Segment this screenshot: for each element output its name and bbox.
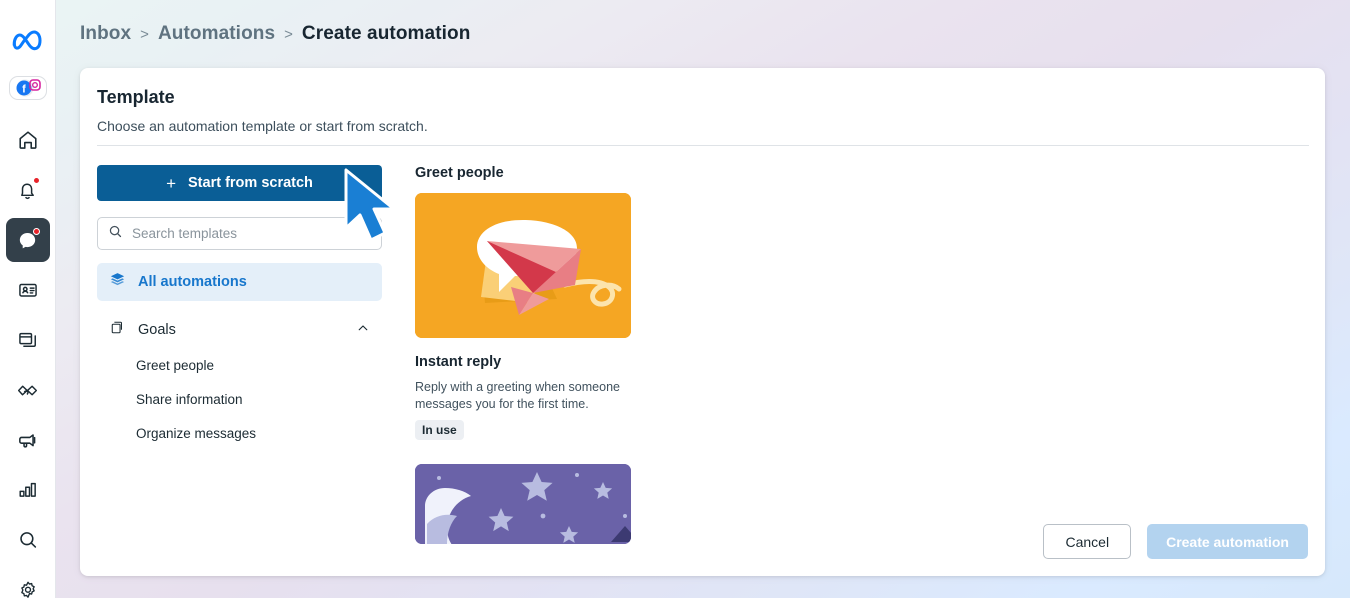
inbox-unread-badge <box>32 228 40 235</box>
megaphone-icon[interactable] <box>6 418 50 462</box>
search-icon <box>108 224 123 244</box>
chat-bubble-icon[interactable] <box>5 218 50 262</box>
notification-badge <box>32 177 40 184</box>
search-input[interactable] <box>132 226 371 241</box>
search-templates-field[interactable] <box>97 217 382 250</box>
breadcrumb-item-automations[interactable]: Automations <box>158 23 275 45</box>
template-card-description: Reply with a greeting when someone messa… <box>415 380 620 411</box>
breadcrumb-separator: > <box>284 25 293 43</box>
sidebar-group-goals[interactable]: Goals <box>97 312 382 348</box>
breadcrumb: Inbox > Automations > Create automation <box>80 23 470 45</box>
search-icon[interactable] <box>6 518 50 562</box>
contact-card-icon[interactable] <box>6 268 50 312</box>
create-automation-card: Template Choose an automation template o… <box>80 68 1325 576</box>
sidebar-item-all-automations[interactable]: All automations <box>97 263 382 301</box>
left-nav-rail: f <box>0 0 56 598</box>
paper-plane-speech-bubble-illustration <box>415 193 631 338</box>
sidebar-item-label: All automations <box>138 274 247 290</box>
card-footer: Cancel Create automation <box>1043 524 1308 559</box>
template-sidebar: + Start from scratch All automations <box>97 165 382 450</box>
night-sky-moon-stars-illustration <box>415 464 631 545</box>
svg-text:f: f <box>22 84 26 96</box>
copy-icon <box>109 319 126 341</box>
sidebar-item-organize-messages[interactable]: Organize messages <box>97 416 382 450</box>
meta-logo-icon <box>6 18 50 62</box>
create-automation-button[interactable]: Create automation <box>1147 524 1308 559</box>
bar-chart-icon[interactable] <box>6 468 50 512</box>
handshake-icon[interactable] <box>6 368 50 412</box>
cancel-button[interactable]: Cancel <box>1043 524 1132 559</box>
sidebar-item-share-information[interactable]: Share information <box>97 382 382 416</box>
template-group-title: Greet people <box>415 165 504 181</box>
template-card-night[interactable] <box>415 464 631 545</box>
template-list: Greet people Instant reply Reply with a … <box>415 165 635 545</box>
breadcrumb-item-create-automation: Create automation <box>301 23 471 44</box>
sidebar-group-label: Goals <box>138 322 176 338</box>
gear-icon[interactable] <box>6 568 50 598</box>
start-from-scratch-label: Start from scratch <box>188 175 313 191</box>
bell-icon[interactable] <box>6 168 50 212</box>
divider <box>97 145 1309 146</box>
template-card-instant-reply[interactable]: Instant reply Reply with a greeting when… <box>415 193 631 441</box>
home-icon[interactable] <box>6 118 50 162</box>
layers-icon <box>109 271 126 293</box>
page-subtitle: Choose an automation template or start f… <box>97 118 428 134</box>
template-card-name: Instant reply <box>415 354 502 370</box>
start-from-scratch-button[interactable]: + Start from scratch <box>97 165 382 201</box>
plus-icon: + <box>166 173 177 193</box>
page-title: Template <box>97 87 175 107</box>
sidebar-item-greet-people[interactable]: Greet people <box>97 348 382 382</box>
status-badge: In use <box>415 420 464 441</box>
chevron-up-icon[interactable] <box>356 321 370 340</box>
accounts-switcher[interactable]: f <box>8 76 47 100</box>
posts-icon[interactable] <box>6 318 50 362</box>
breadcrumb-separator: > <box>140 25 149 43</box>
breadcrumb-item-inbox[interactable]: Inbox <box>80 23 131 45</box>
